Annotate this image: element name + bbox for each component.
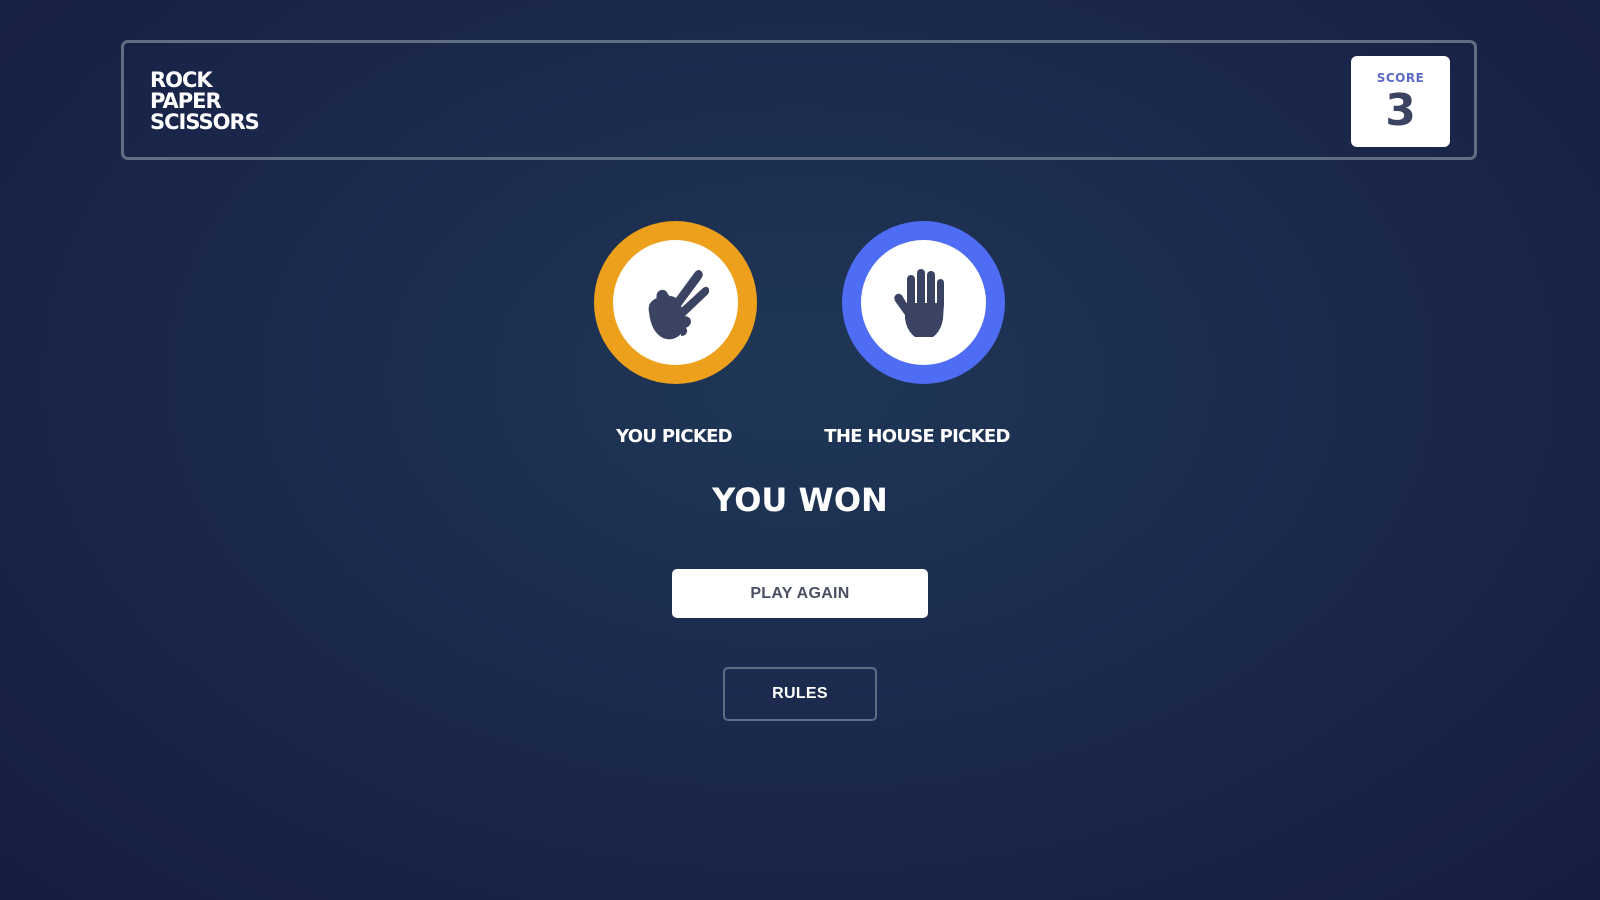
scissors-hand-icon [648, 269, 709, 339]
you-picked-label: YOU PICKED [616, 426, 733, 447]
house-pick-inner [861, 240, 986, 365]
paper-hand-icon [893, 268, 944, 337]
player-pick-scissors-token [594, 221, 757, 384]
score-label: SCORE [1376, 71, 1425, 85]
player-pick-inner [613, 240, 738, 365]
score-value: 3 [1385, 85, 1416, 136]
game-title: ROCK PAPER SCISSORS [150, 68, 260, 134]
title-line-scissors: SCISSORS [150, 110, 260, 134]
play-again-button[interactable]: PLAY AGAIN [672, 569, 928, 618]
game-header: ROCK PAPER SCISSORS SCORE 3 [121, 40, 1477, 160]
house-pick-paper-token [842, 221, 1005, 384]
house-picked-label: THE HOUSE PICKED [824, 426, 1010, 447]
result-text: YOU WON [712, 481, 888, 519]
score-box: SCORE 3 [1351, 56, 1450, 147]
title-line-paper: PAPER [150, 89, 222, 113]
rules-button[interactable]: RULES [723, 667, 877, 721]
title-line-rock: ROCK [150, 68, 213, 92]
